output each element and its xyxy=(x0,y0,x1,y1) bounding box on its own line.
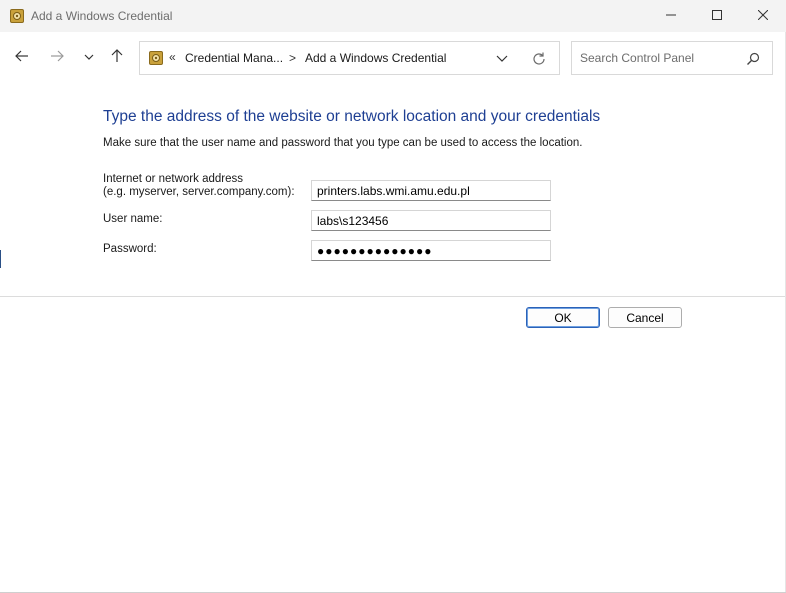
username-label: User name: xyxy=(103,213,163,225)
page-heading: Type the address of the website or netwo… xyxy=(103,108,601,125)
page-description: Make sure that the user name and passwor… xyxy=(103,137,583,149)
up-button[interactable] xyxy=(106,46,128,68)
window-title: Add a Windows Credential xyxy=(31,9,173,23)
arrow-left-icon xyxy=(15,50,29,65)
address-dropdown-icon[interactable] xyxy=(496,52,510,66)
address-label: Internet or network address (e.g. myserv… xyxy=(103,173,295,199)
address-label-line1: Internet or network address xyxy=(103,173,243,185)
arrow-up-icon xyxy=(111,48,123,66)
breadcrumb-add-windows-credential[interactable]: Add a Windows Credential xyxy=(305,51,446,65)
username-field[interactable] xyxy=(311,210,551,231)
address-field[interactable] xyxy=(311,180,551,201)
cancel-button[interactable]: Cancel xyxy=(608,307,682,328)
navigation-bar: « Credential Mana... > Add a Windows Cre… xyxy=(0,32,786,84)
window-edge-accent xyxy=(0,250,1,268)
search-box[interactable]: Search Control Panel xyxy=(571,41,773,75)
password-label: Password: xyxy=(103,243,157,255)
recent-locations-button[interactable] xyxy=(78,46,100,68)
arrow-right-icon xyxy=(50,50,64,65)
address-label-line2: (e.g. myserver, server.company.com): xyxy=(103,186,295,198)
breadcrumb-credential-manager[interactable]: Credential Mana... xyxy=(185,51,283,65)
overflow-chevron-icon[interactable]: « xyxy=(169,50,176,64)
refresh-icon[interactable] xyxy=(531,51,547,67)
maximize-button[interactable] xyxy=(694,0,740,32)
title-bar: Add a Windows Credential xyxy=(0,0,786,32)
address-bar[interactable]: « Credential Mana... > Add a Windows Cre… xyxy=(139,41,560,75)
back-button[interactable] xyxy=(11,46,33,68)
search-icon[interactable] xyxy=(746,52,760,66)
ok-button[interactable]: OK xyxy=(526,307,600,328)
maximize-icon xyxy=(712,9,722,23)
credential-manager-icon xyxy=(149,51,163,65)
search-input[interactable]: Search Control Panel xyxy=(580,51,694,65)
close-button[interactable] xyxy=(740,0,786,32)
password-field[interactable] xyxy=(311,240,551,261)
minimize-icon xyxy=(666,9,676,23)
minimize-button[interactable] xyxy=(648,0,694,32)
chevron-down-icon xyxy=(84,50,94,64)
credential-manager-icon xyxy=(10,9,24,23)
breadcrumb-separator[interactable]: > xyxy=(289,51,296,65)
footer-divider xyxy=(0,296,786,297)
close-icon xyxy=(757,9,769,23)
forward-button[interactable] xyxy=(46,46,68,68)
